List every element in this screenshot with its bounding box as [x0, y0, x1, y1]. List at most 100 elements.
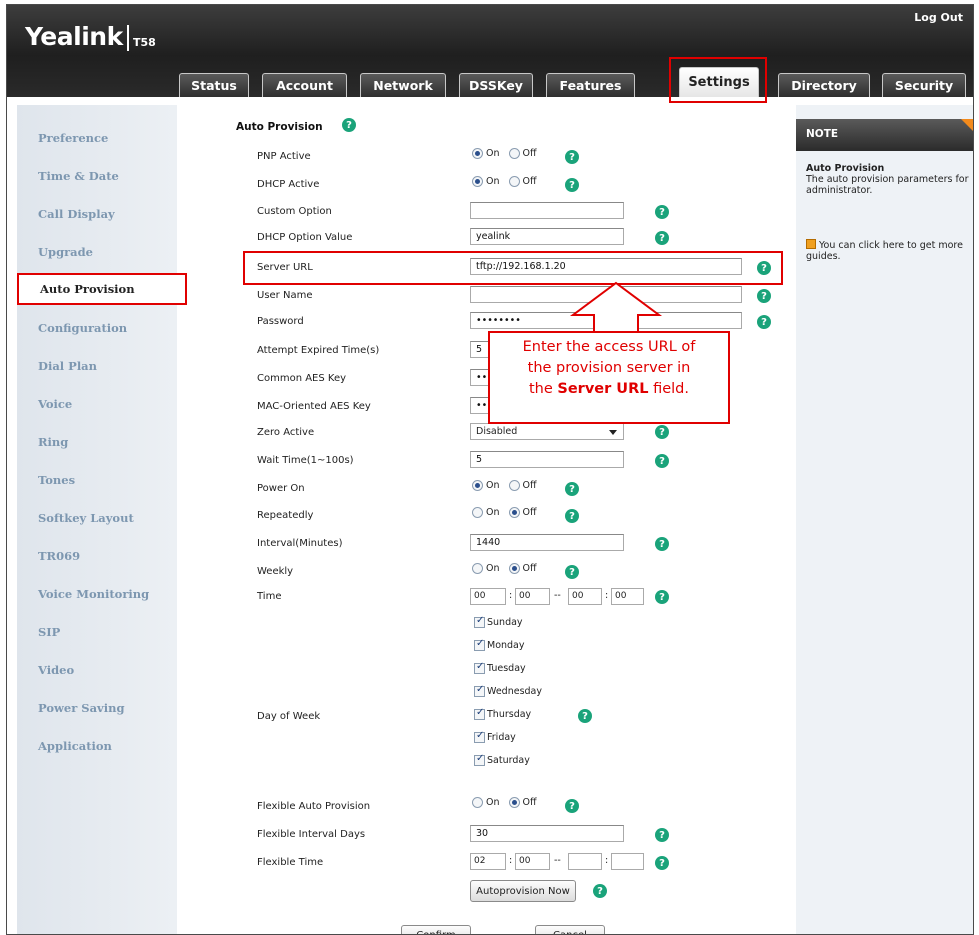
- help-icon[interactable]: ?: [655, 590, 669, 604]
- day-sunday-checkbox[interactable]: Sunday: [474, 615, 523, 628]
- day-wednesday-checkbox[interactable]: Wednesday: [474, 684, 542, 697]
- power-on-on-radio[interactable]: [472, 480, 483, 491]
- help-icon[interactable]: ?: [655, 828, 669, 842]
- help-icon[interactable]: ?: [565, 178, 579, 192]
- interval-input[interactable]: 1440: [470, 534, 624, 551]
- radio-off-label: Off: [522, 148, 537, 159]
- help-icon[interactable]: ?: [655, 231, 669, 245]
- help-icon[interactable]: ?: [578, 709, 592, 723]
- browser-page: Yealink T58 Log Out Status Account Netwo…: [6, 4, 974, 935]
- logout-link[interactable]: Log Out: [914, 11, 963, 24]
- tab-features[interactable]: Features: [546, 73, 635, 97]
- repeatedly-off-radio[interactable]: [508, 507, 520, 518]
- help-icon[interactable]: ?: [565, 482, 579, 496]
- repeatedly-label: Repeatedly: [257, 510, 314, 521]
- chevron-down-icon: [609, 430, 617, 435]
- help-icon[interactable]: ?: [757, 315, 771, 329]
- sidebar-item-call-display[interactable]: Call Display: [17, 199, 177, 229]
- dhcp-active-off-radio[interactable]: [508, 176, 520, 187]
- sidebar-item-configuration[interactable]: Configuration: [17, 313, 177, 343]
- tab-account[interactable]: Account: [262, 73, 347, 97]
- help-icon[interactable]: ?: [655, 454, 669, 468]
- sidebar-item-upgrade[interactable]: Upgrade: [17, 237, 177, 267]
- header-bar: Yealink T58 Log Out Status Account Netwo…: [7, 5, 973, 97]
- flexible-interval-days-input[interactable]: 30: [470, 825, 624, 842]
- dhcp-active-on-radio[interactable]: [472, 176, 483, 187]
- radio-on-label: On: [486, 480, 500, 491]
- help-icon[interactable]: ?: [655, 537, 669, 551]
- flexible-on-radio[interactable]: [472, 797, 483, 808]
- help-icon[interactable]: ?: [565, 565, 579, 579]
- flex-time-start-hour-input[interactable]: 02: [470, 853, 506, 870]
- tab-network[interactable]: Network: [360, 73, 446, 97]
- sidebar-item-dial-plan[interactable]: Dial Plan: [17, 351, 177, 381]
- sidebar-item-time-date[interactable]: Time & Date: [17, 161, 177, 191]
- day-tuesday-checkbox[interactable]: Tuesday: [474, 661, 526, 674]
- day-friday-checkbox[interactable]: Friday: [474, 730, 516, 743]
- day-monday-checkbox[interactable]: Monday: [474, 638, 525, 651]
- sidebar-item-voice[interactable]: Voice: [17, 389, 177, 419]
- help-icon[interactable]: ?: [655, 856, 669, 870]
- sidebar-item-voice-monitoring[interactable]: Voice Monitoring: [17, 579, 177, 609]
- help-icon[interactable]: ?: [655, 425, 669, 439]
- sidebar: Preference Time & Date Call Display Upgr…: [17, 105, 187, 934]
- sidebar-item-power-saving[interactable]: Power Saving: [17, 693, 177, 723]
- dhcp-active-radios: On Off: [472, 176, 537, 187]
- power-on-off-radio[interactable]: [508, 480, 520, 491]
- tab-directory[interactable]: Directory: [778, 73, 870, 97]
- flex-time-end-minute-input[interactable]: [611, 853, 644, 870]
- sidebar-item-tr069[interactable]: TR069: [17, 541, 177, 571]
- day-thursday-checkbox[interactable]: Thursday: [474, 707, 531, 720]
- sidebar-item-ring[interactable]: Ring: [17, 427, 177, 457]
- sidebar-item-sip[interactable]: SIP: [17, 617, 177, 647]
- help-icon[interactable]: ?: [757, 289, 771, 303]
- sidebar-item-tones[interactable]: Tones: [17, 465, 177, 495]
- help-icon[interactable]: ?: [655, 205, 669, 219]
- callout-line-3-suffix: field.: [648, 381, 689, 397]
- confirm-button[interactable]: Confirm: [401, 925, 471, 934]
- autoprovision-now-button[interactable]: Autoprovision Now: [470, 880, 576, 902]
- custom-option-input[interactable]: [470, 202, 624, 219]
- tab-dsskey[interactable]: DSSKey: [459, 73, 533, 97]
- help-icon[interactable]: ?: [565, 799, 579, 813]
- cancel-button[interactable]: Cancel: [535, 925, 605, 934]
- dhcp-option-value-input[interactable]: yealink: [470, 228, 624, 245]
- sidebar-item-video[interactable]: Video: [17, 655, 177, 685]
- note-header: NOTE: [796, 119, 973, 151]
- day-label: Saturday: [487, 755, 530, 766]
- pnp-active-off-radio[interactable]: [508, 148, 520, 159]
- sidebar-item-application[interactable]: Application: [17, 731, 177, 761]
- weekly-on-radio[interactable]: [472, 563, 483, 574]
- weekly-off-radio[interactable]: [508, 563, 520, 574]
- day-saturday-checkbox[interactable]: Saturday: [474, 753, 530, 766]
- flexible-auto-provision-label: Flexible Auto Provision: [257, 801, 371, 812]
- help-icon[interactable]: ?: [342, 118, 356, 132]
- help-icon[interactable]: ?: [565, 150, 579, 164]
- wait-time-input[interactable]: 5: [470, 451, 624, 468]
- sidebar-item-softkey-layout[interactable]: Softkey Layout: [17, 503, 177, 533]
- time-label: Time: [257, 591, 282, 602]
- tab-security[interactable]: Security: [882, 73, 966, 97]
- pnp-active-on-radio[interactable]: [472, 148, 483, 159]
- help-icon[interactable]: ?: [565, 509, 579, 523]
- day-label: Friday: [487, 732, 516, 743]
- sidebar-item-preference[interactable]: Preference: [17, 123, 177, 153]
- zero-active-select[interactable]: Disabled: [470, 423, 624, 440]
- time-end-minute-input[interactable]: 00: [611, 588, 644, 605]
- time-start-hour-input[interactable]: 00: [470, 588, 506, 605]
- flex-time-start-minute-input[interactable]: 00: [515, 853, 550, 870]
- tab-status[interactable]: Status: [179, 73, 249, 97]
- flex-time-end-hour-input[interactable]: [568, 853, 602, 870]
- day-of-week-label: Day of Week: [257, 711, 321, 722]
- main-tabs: Status Account Network DSSKey Features S…: [7, 65, 973, 97]
- time-end-hour-input[interactable]: 00: [568, 588, 602, 605]
- checkbox-checked-icon: [474, 684, 485, 697]
- repeatedly-on-radio[interactable]: [472, 507, 483, 518]
- flexible-off-radio[interactable]: [508, 797, 520, 808]
- note-guide-link[interactable]: You can click here to get more guides.: [806, 239, 971, 262]
- pnp-active-radios: On Off: [472, 148, 537, 159]
- dhcp-option-value-label: DHCP Option Value: [257, 232, 353, 243]
- sidebar-item-auto-provision[interactable]: Auto Provision: [17, 273, 187, 305]
- help-icon[interactable]: ?: [593, 884, 607, 898]
- time-start-minute-input[interactable]: 00: [515, 588, 550, 605]
